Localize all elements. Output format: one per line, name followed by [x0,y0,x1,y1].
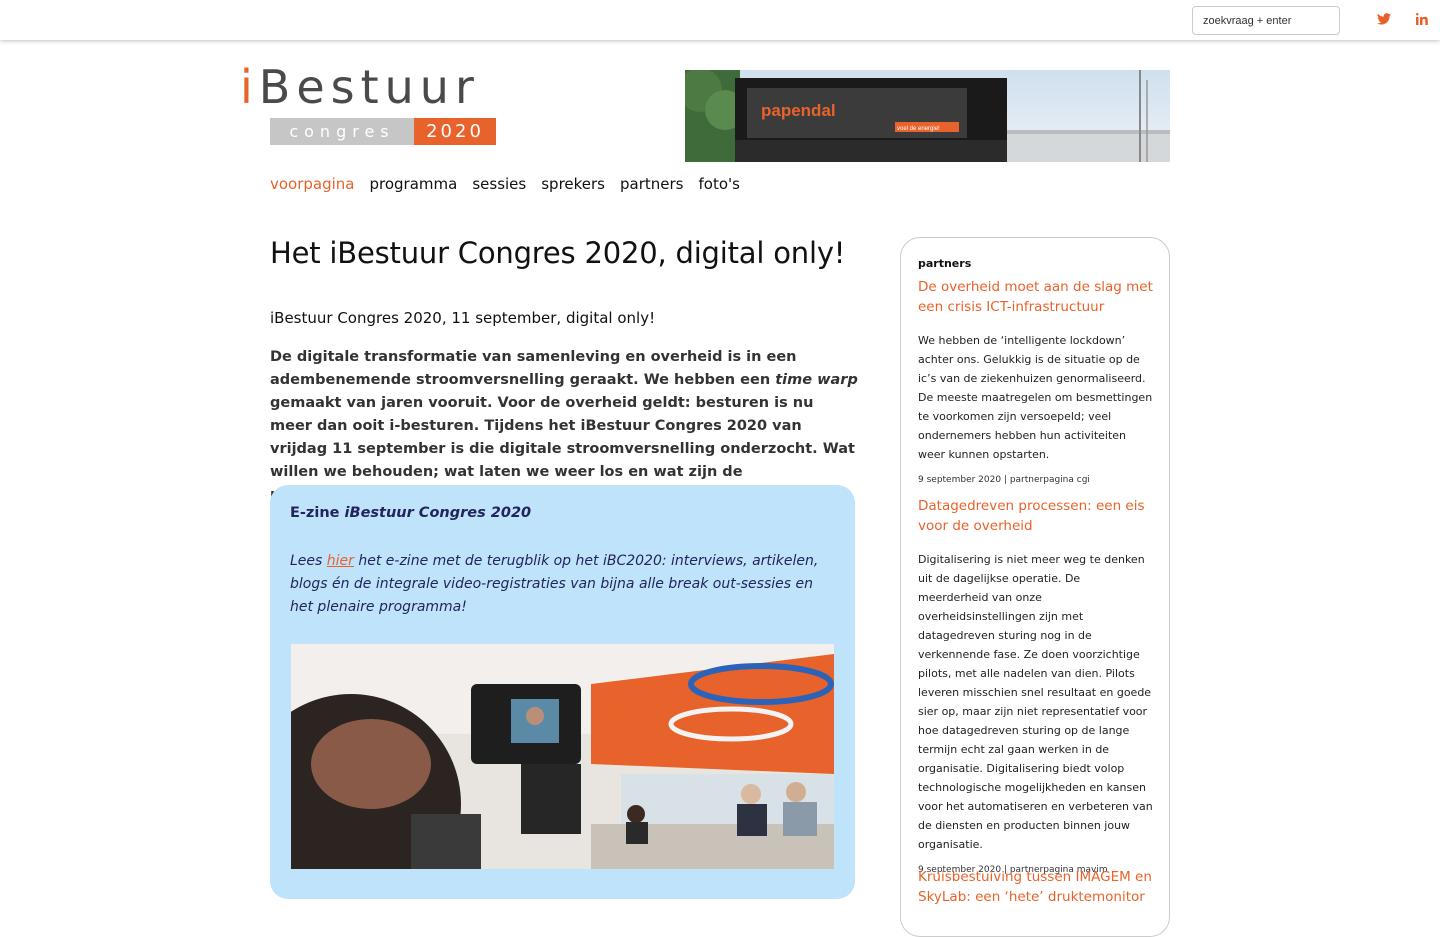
sidebar-article: De overheid moet aan de slag met een cri… [918,277,1154,485]
logo-bar: congres 2020 [270,118,496,145]
intro-paragraph: De digitale transformatie van samenlevin… [270,346,860,507]
logo-brand: Bestuur [258,60,480,114]
ezine-title-emphasis: iBestuur Congres 2020 [344,505,532,521]
ezine-photo[interactable] [291,644,834,869]
sidebar-article: Kruisbestuiving tussen IMAGEM en SkyLab:… [918,867,1154,907]
sidebar-heading: partners [918,257,972,270]
twitter-icon[interactable] [1374,9,1394,29]
nav-partners[interactable]: partners [620,175,683,193]
search-input[interactable] [1192,6,1340,35]
logo-congres: congres [270,118,414,145]
nav-voorpagina[interactable]: voorpagina [270,175,355,193]
nav-fotos[interactable]: foto's [698,175,739,193]
page-title: Het iBestuur Congres 2020, digital only! [270,236,846,270]
site-logo[interactable]: iBestuur congres 2020 [240,60,502,148]
article-title-link[interactable]: De overheid moet aan de slag met een cri… [918,277,1154,317]
article-excerpt: Digitalisering is niet meer weg te denke… [918,553,1153,851]
nav-sessies[interactable]: sessies [472,175,526,193]
ezine-title-prefix: E-zine [290,505,345,521]
logo-year: 2020 [414,118,496,145]
article-excerpt: We hebben de ‘intelligente lockdown’ ach… [918,334,1153,461]
sidebar-article: Datagedreven processen: een eis voor de … [918,496,1154,875]
ezine-title: E-zine iBestuur Congres 2020 [290,505,531,521]
article-meta: 9 september 2020 | partnerpagina cgi [918,475,1090,485]
ezine-text: Lees hier het e-zine met de terugblik op… [290,550,835,619]
logo-i: i [240,60,259,114]
article-title-link[interactable]: Datagedreven processen: een eis voor de … [918,496,1154,536]
ezine-link[interactable]: hier [327,553,354,569]
linkedin-icon[interactable] [1412,9,1432,29]
header-banner-image: papendal voel de energie! [685,70,1170,162]
logo-wordmark: iBestuur [240,60,480,114]
partners-sidebar: partners De overheid moet aan de slag me… [900,237,1170,937]
top-bar [0,0,1440,40]
banner-slogan: voel de energie! [897,126,940,132]
page-subtitle: iBestuur Congres 2020, 11 september, dig… [270,309,656,327]
ezine-text-after: het e-zine met de terugblik op het iBC20… [290,553,819,615]
article-title-link[interactable]: Kruisbestuiving tussen IMAGEM en SkyLab:… [918,867,1154,907]
banner-sign: papendal [761,101,836,120]
ezine-text-before: Lees [290,553,327,569]
intro-text-1: De digitale transformatie van samenlevin… [270,349,797,388]
main-nav: voorpagina programma sessies sprekers pa… [270,175,740,193]
ezine-box: E-zine iBestuur Congres 2020 Lees hier h… [270,485,855,899]
intro-emphasis: time warp [775,372,858,388]
nav-programma[interactable]: programma [370,175,458,193]
nav-sprekers[interactable]: sprekers [541,175,605,193]
